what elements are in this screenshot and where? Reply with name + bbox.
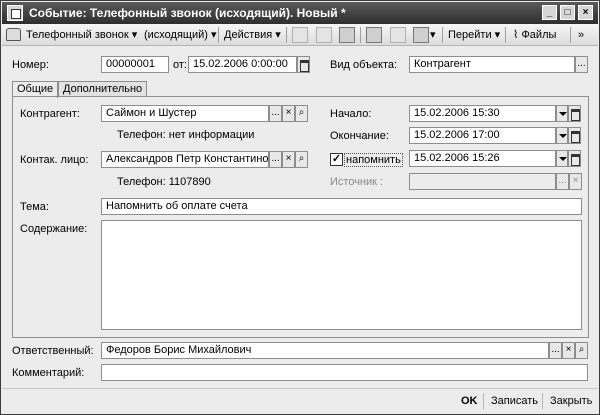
contact-search-icon[interactable]: ⌕ <box>295 151 308 168</box>
chevron-right-double-icon: » <box>578 29 585 41</box>
toolbar-separator <box>286 27 287 43</box>
actions-label: Действия <box>224 29 273 41</box>
object-type-field[interactable]: Контрагент <box>409 56 575 73</box>
goto-label: Перейти <box>448 29 492 41</box>
chevron-down-icon: ▾ <box>211 29 217 41</box>
app-icon <box>7 5 23 21</box>
counterparty-clear-icon[interactable]: × <box>282 105 295 122</box>
content-textarea[interactable] <box>101 220 582 330</box>
direction-label: (исходящий) <box>144 29 208 41</box>
toolbar-separator <box>570 27 571 43</box>
contact-field[interactable]: Александров Петр Константинови <box>101 151 269 168</box>
start-label: Начало: <box>330 108 372 120</box>
comment-label: Комментарий: <box>12 367 85 379</box>
remind-checkbox[interactable]: ✓ <box>330 153 343 166</box>
counterparty-field[interactable]: Саймон и Шустер <box>101 105 269 122</box>
remind-datetime-field[interactable]: 15.02.2006 15:26 <box>409 150 556 167</box>
files-label: Файлы <box>521 29 557 41</box>
save-button[interactable]: Записать <box>491 395 538 407</box>
contact-label: Контак. лицо: <box>20 154 89 166</box>
event-type-menu[interactable]: Телефонный звонок ▾ <box>26 27 137 43</box>
toolbar-separator <box>360 27 361 43</box>
move-left-icon[interactable] <box>292 27 308 43</box>
start-datetime-field[interactable]: 15.02.2006 15:30 <box>409 105 556 122</box>
direction-menu[interactable]: (исходящий) ▾ <box>144 27 217 43</box>
comment-field[interactable] <box>101 364 588 381</box>
title-bar: Событие: Телефонный звонок (исходящий). … <box>2 2 598 24</box>
structure-icon[interactable] <box>390 27 406 43</box>
counterparty-search-icon[interactable]: ⌕ <box>295 105 308 122</box>
object-type-select-button[interactable]: ... <box>575 56 588 73</box>
chevron-down-icon: ▾ <box>494 29 501 41</box>
contact-select-button[interactable]: ... <box>269 151 282 168</box>
calendar-icon[interactable] <box>568 105 581 122</box>
number-field[interactable]: 00000001 <box>101 56 169 73</box>
print-icon[interactable] <box>413 27 429 43</box>
chevron-down-icon: ▾ <box>275 29 281 41</box>
refresh-icon[interactable] <box>339 27 355 43</box>
date-label: от: <box>173 59 187 71</box>
object-type-label: Вид объекта: <box>330 59 398 71</box>
number-label: Номер: <box>12 59 49 71</box>
counterparty-label: Контрагент: <box>20 108 80 120</box>
source-select-button[interactable]: ... <box>556 173 569 190</box>
toolbar-separator <box>505 27 506 43</box>
chevron-down-icon: ▾ <box>131 29 138 41</box>
responsible-label: Ответственный: <box>12 345 94 357</box>
counterparty-select-button[interactable]: ... <box>269 105 282 122</box>
contact-clear-icon[interactable]: × <box>282 151 295 168</box>
toolbar: Телефонный звонок ▾ (исходящий) ▾ Действ… <box>2 24 598 46</box>
files-button[interactable]: ⌇ Файлы <box>513 27 556 43</box>
source-field[interactable] <box>409 173 556 190</box>
responsible-field[interactable]: Федоров Борис Михайлович <box>101 342 549 359</box>
button-separator <box>483 393 484 409</box>
remind-label[interactable]: напомнить <box>344 153 403 167</box>
paperclip-icon: ⌇ <box>513 29 519 41</box>
maximize-button[interactable]: □ <box>560 5 575 20</box>
subject-field[interactable]: Напомнить об оплате счета <box>101 198 582 215</box>
chevron-down-icon: ▾ <box>430 29 436 41</box>
source-clear-icon[interactable]: × <box>569 173 582 190</box>
date-field[interactable]: 15.02.2006 0:00:00 <box>188 56 297 73</box>
calendar-icon[interactable] <box>297 56 310 73</box>
tab-additional[interactable]: Дополнительно <box>58 81 148 97</box>
print-dropdown[interactable]: ▾ <box>430 27 436 43</box>
window-title: Событие: Телефонный звонок (исходящий). … <box>29 6 346 20</box>
counterparty-phone: Телефон: нет информации <box>117 129 255 141</box>
toolbar-separator <box>442 27 443 43</box>
content-label: Содержание: <box>20 223 88 235</box>
chevron-down-icon[interactable] <box>556 150 568 167</box>
responsible-clear-icon[interactable]: × <box>562 342 575 359</box>
subject-label: Тема: <box>20 201 49 213</box>
contact-phone: Телефон: 1107890 <box>117 176 211 188</box>
copy-document-icon[interactable] <box>366 27 382 43</box>
phone-icon <box>6 28 21 41</box>
responsible-search-icon[interactable]: ⌕ <box>575 342 588 359</box>
toolbar-overflow-button[interactable]: » <box>578 27 584 43</box>
button-separator <box>542 393 543 409</box>
source-label: Источник : <box>330 176 384 188</box>
ok-button[interactable]: OK <box>461 395 478 407</box>
event-window: Событие: Телефонный звонок (исходящий). … <box>0 0 600 415</box>
end-label: Окончание: <box>330 130 389 142</box>
close-button[interactable]: × <box>578 5 593 20</box>
button-bar: OK Записать Закрыть <box>2 388 598 414</box>
post-icon[interactable] <box>316 27 332 43</box>
chevron-down-icon[interactable] <box>556 105 568 122</box>
goto-menu[interactable]: Перейти ▾ <box>448 27 500 43</box>
toolbar-separator <box>218 27 219 43</box>
end-datetime-field[interactable]: 15.02.2006 17:00 <box>409 127 556 144</box>
event-type-label: Телефонный звонок <box>26 29 129 41</box>
close-form-button[interactable]: Закрыть <box>550 395 592 407</box>
calendar-icon[interactable] <box>568 127 581 144</box>
calendar-icon[interactable] <box>568 150 581 167</box>
responsible-select-button[interactable]: ... <box>549 342 562 359</box>
actions-menu[interactable]: Действия ▾ <box>224 27 281 43</box>
chevron-down-icon[interactable] <box>556 127 568 144</box>
minimize-button[interactable]: _ <box>542 5 557 20</box>
